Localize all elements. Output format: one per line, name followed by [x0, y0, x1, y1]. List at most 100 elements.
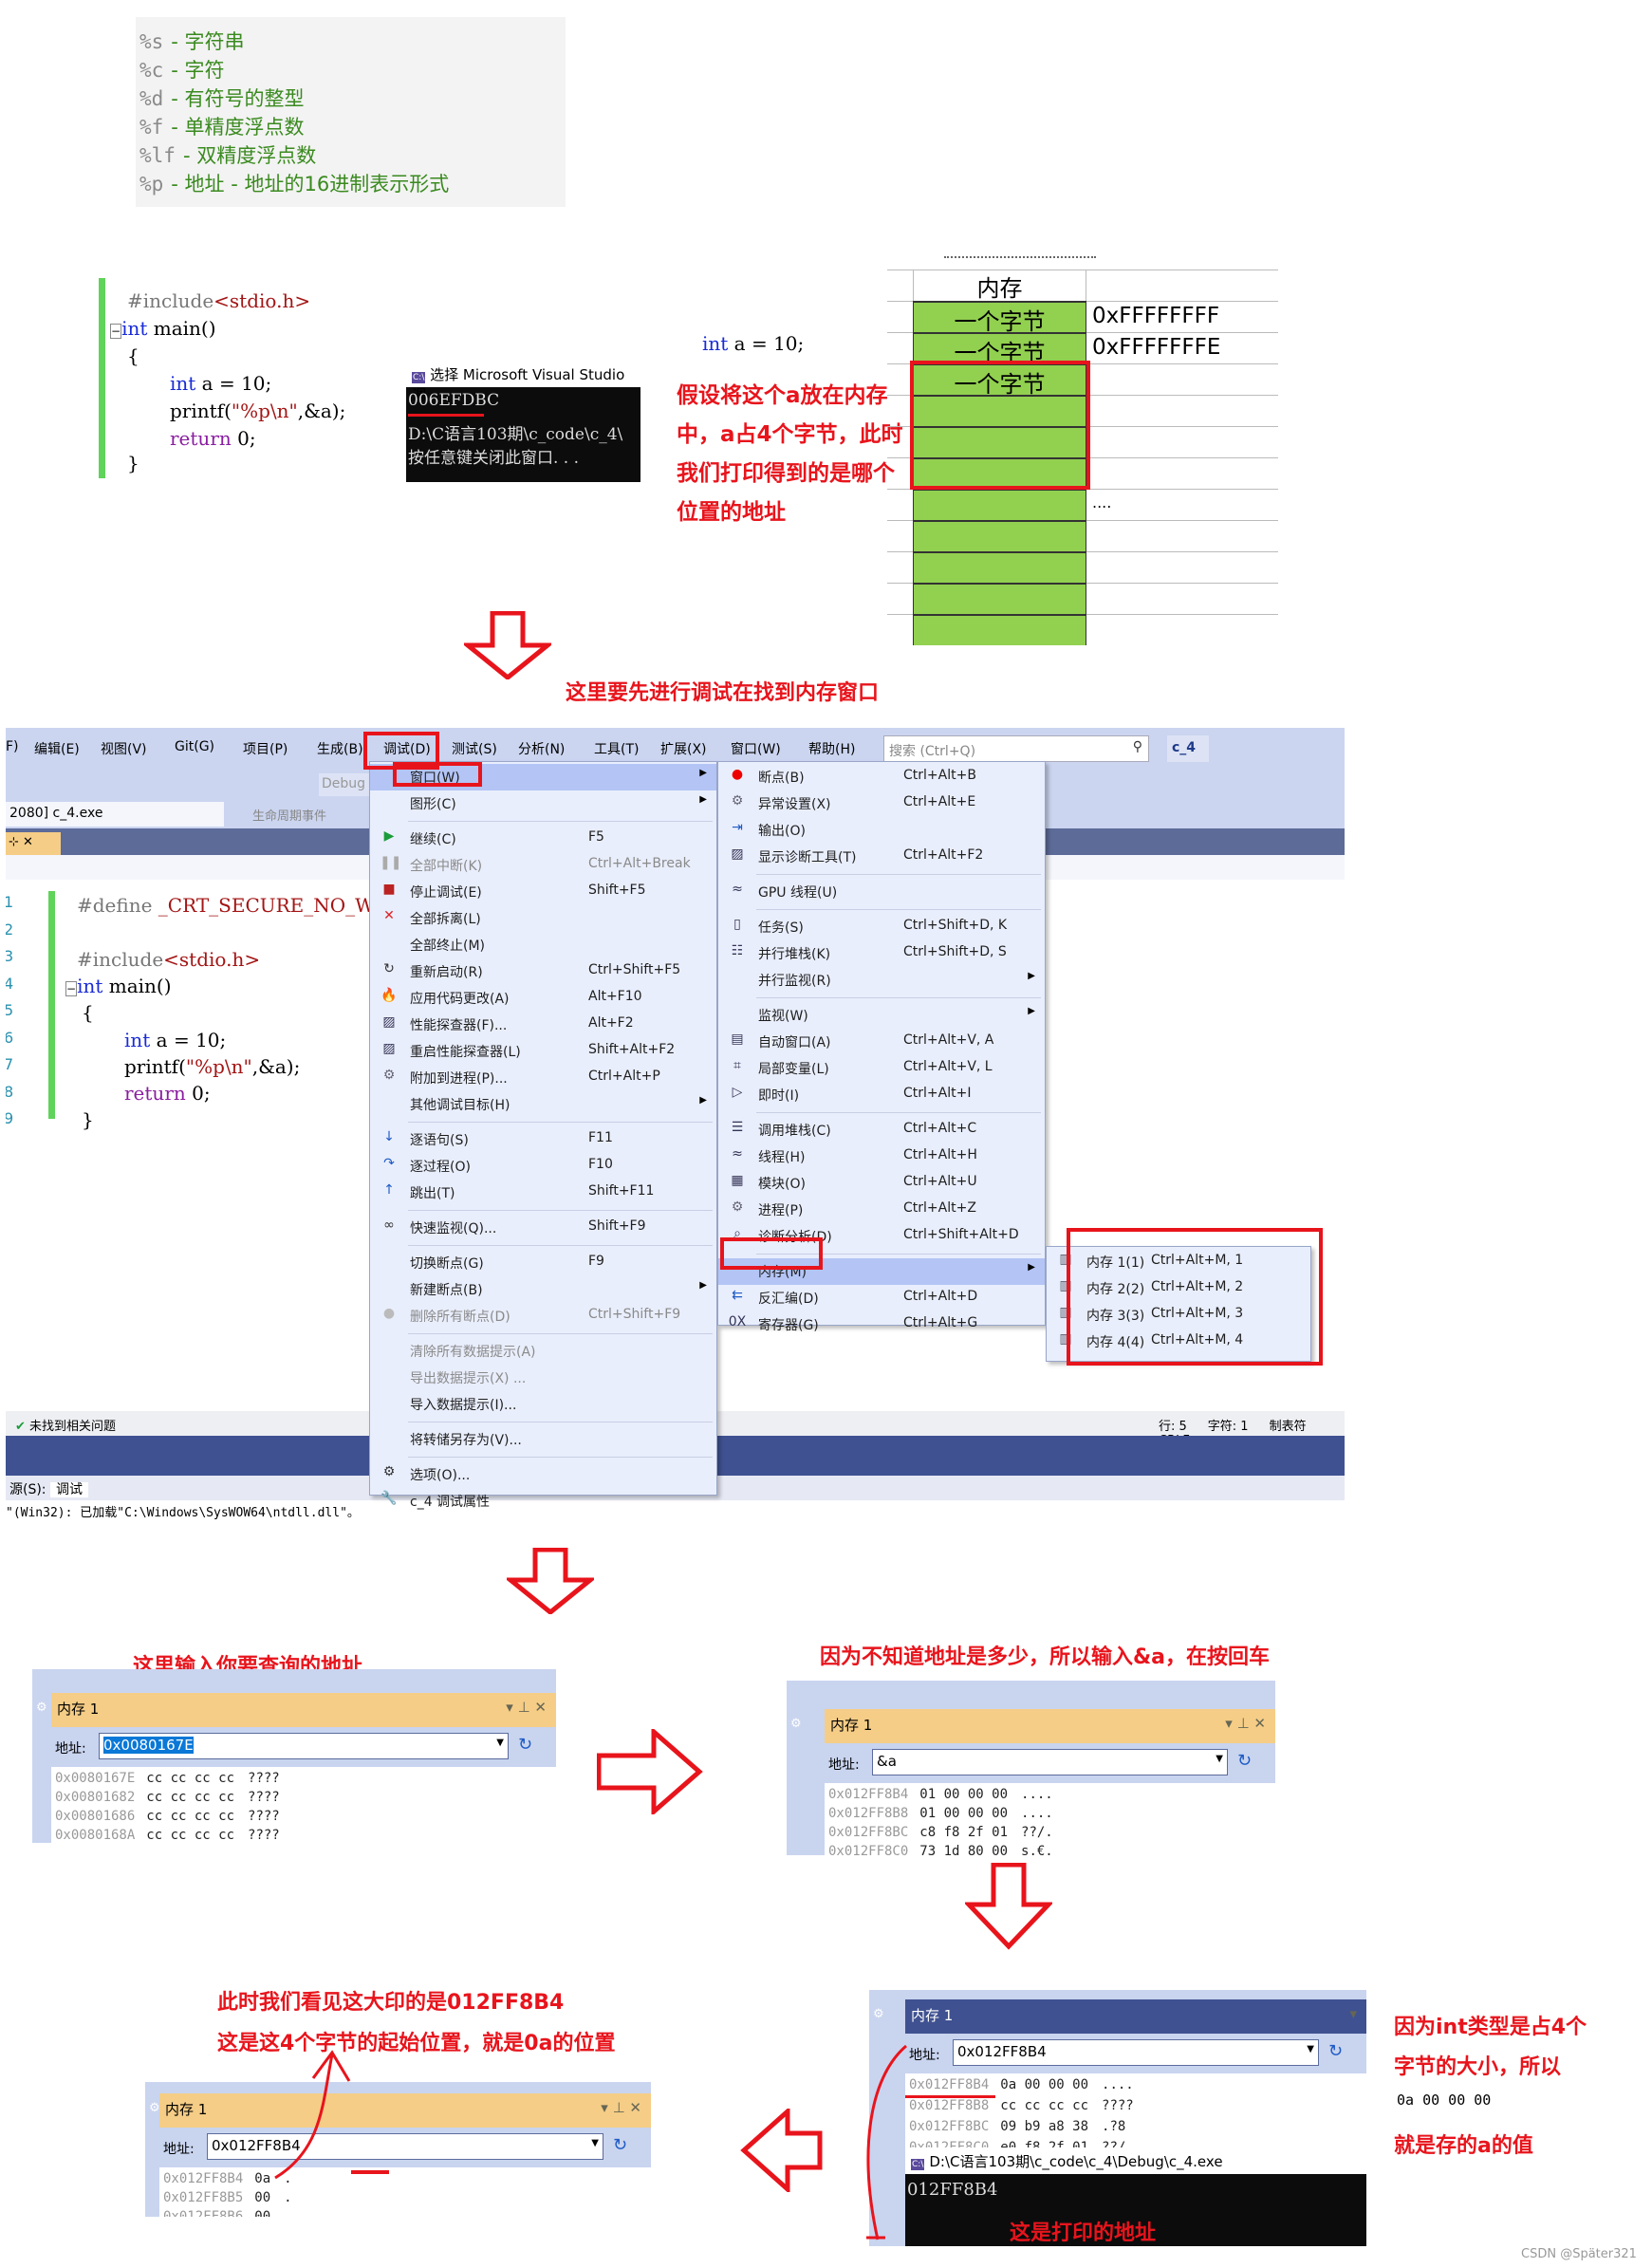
refresh-icon[interactable]: ↻ [518, 1735, 532, 1755]
chevron-down-icon[interactable]: ▼ [591, 2138, 599, 2148]
menu-item[interactable]: ▯ 任务(S) Ctrl+Shift+D, K [718, 914, 1045, 940]
lifecycle-events[interactable]: 生命周期事件 [252, 806, 326, 824]
refresh-icon[interactable]: ↻ [1328, 2041, 1343, 2061]
menu-0[interactable]: F) [6, 739, 19, 754]
menu-item[interactable]: ⚙ 进程(P) Ctrl+Alt+Z [718, 1197, 1045, 1223]
menu-item[interactable]: 🔥 应用代码更改(A) Alt+F10 [370, 985, 716, 1012]
menu-item[interactable]: ⚙ 附加到进程(P)... Ctrl+Alt+P [370, 1065, 716, 1091]
menu-11[interactable]: 窗口(W) [731, 739, 781, 758]
menu-item[interactable]: 新建断点(B) ▶ [370, 1276, 716, 1303]
menu-12[interactable]: 帮助(H) [808, 739, 855, 758]
status-item: 字符: 1 [1207, 1420, 1249, 1434]
menu-item[interactable]: ↑ 跳出(T) Shift+F11 [370, 1180, 716, 1206]
menu-item[interactable]: 监视(W) ▶ [718, 1002, 1045, 1029]
play-icon: ▶ [383, 828, 395, 844]
menu-item-shortcut: Ctrl+Alt+V, A [903, 1032, 994, 1048]
memory-row: 0x012FF8BC 09 b9 a8 38 .?8 [909, 2119, 1125, 2134]
line-number: 7 [6, 1055, 14, 1073]
menu-item-label: c_4 调试属性 [410, 1495, 491, 1510]
change-bar [99, 278, 105, 478]
menu-item[interactable]: 导入数据提示(I)... [370, 1391, 716, 1418]
menu-item[interactable]: ↷ 逐过程(O) F10 [370, 1153, 716, 1180]
menu-item[interactable]: ↻ 重新启动(R) Ctrl+Shift+F5 [370, 958, 716, 985]
gear-icon[interactable]: ⚙ [790, 1717, 802, 1731]
stacks-icon: ☷ [731, 943, 744, 958]
refresh-icon[interactable]: ↻ [613, 2135, 627, 2155]
code-token: return [124, 1082, 186, 1105]
gear-icon[interactable]: ⚙ [36, 1701, 47, 1715]
menu-item[interactable]: ⇇ 反汇编(D) Ctrl+Alt+D [718, 1285, 1045, 1311]
menu-item[interactable]: 导出数据提示(X) ... [370, 1365, 716, 1391]
menu-item[interactable]: ☷ 并行堆栈(K) Ctrl+Shift+D, S [718, 940, 1045, 967]
menu-item[interactable]: ≈ 线程(H) Ctrl+Alt+H [718, 1143, 1045, 1170]
source-dropdown[interactable]: 调试 [49, 1482, 88, 1497]
chevron-down-icon[interactable]: ▼ [1216, 1754, 1223, 1764]
search-input[interactable]: 搜索 (Ctrl+Q) ⚲ [883, 735, 1149, 762]
menu-item[interactable]: ❚❚ 全部中断(K) Ctrl+Alt+Break [370, 852, 716, 879]
chevron-down-icon[interactable]: ▼ [1307, 2044, 1314, 2054]
menu-item[interactable]: ▦ 模块(O) Ctrl+Alt+U [718, 1170, 1045, 1197]
menu-4[interactable]: 项目(P) [243, 739, 288, 758]
menu-item[interactable]: ● 删除所有断点(D) Ctrl+Shift+F9 [370, 1303, 716, 1329]
row-address: 0x012FF8B6 [163, 2209, 244, 2217]
menu-8[interactable]: 分析(N) [518, 739, 565, 758]
pin-icon[interactable]: ▾ ⊥ ✕ [1225, 1715, 1266, 1732]
menu-item[interactable]: ⚙ 选项(O)... [370, 1461, 716, 1488]
menu-item-label: 将转储另存为(V)... [410, 1433, 522, 1448]
collapse-icon[interactable]: − [110, 324, 122, 339]
menu-item[interactable]: ▤ 自动窗口(A) Ctrl+Alt+V, A [718, 1029, 1045, 1055]
line-number: 9 [6, 1109, 14, 1127]
menu-item[interactable]: 切换断点(G) F9 [370, 1250, 716, 1276]
callstack-icon: ☰ [731, 1120, 744, 1135]
menu-item[interactable]: ✕ 全部拆离(L) [370, 905, 716, 932]
menu-item[interactable]: ☰ 调用堆栈(C) Ctrl+Alt+C [718, 1117, 1045, 1143]
menu-1[interactable]: 编辑(E) [34, 739, 80, 758]
gear-icon[interactable]: ⚙ [873, 2007, 884, 2021]
menu-item[interactable]: ● 断点(B) Ctrl+Alt+B [718, 764, 1045, 790]
row-address: 0x0080168A [55, 1828, 136, 1843]
close-icon[interactable]: ✕ [23, 835, 33, 849]
menu-item[interactable]: ■ 停止调试(E) Shift+F5 [370, 879, 716, 905]
menu-item[interactable]: ⇥ 输出(O) [718, 817, 1045, 844]
menu-10[interactable]: 扩展(X) [660, 739, 707, 758]
menu-3[interactable]: Git(G) [175, 739, 214, 754]
address-input[interactable]: 0x012FF8B4 ▼ [953, 2039, 1319, 2066]
collapse-icon[interactable]: − [65, 981, 78, 996]
menu-7[interactable]: 测试(S) [452, 739, 497, 758]
pin-icon[interactable]: ▾ [1349, 2005, 1357, 2022]
menu-item-shortcut: Ctrl+Shift+Alt+D [903, 1227, 1019, 1242]
solution-name: c_4 [1167, 735, 1209, 762]
menu-9[interactable]: 工具(T) [594, 739, 639, 758]
menu-2[interactable]: 视图(V) [101, 739, 147, 758]
highlight-box [910, 361, 1090, 490]
doc-tab[interactable]: ⊹ ✕ [6, 832, 61, 855]
menu-item[interactable]: 其他调试目标(H) ▶ [370, 1091, 716, 1118]
step-caption: 此时我们看见这大印的是012FF8B4 [217, 1991, 565, 2015]
gear-icon[interactable]: ⚙ [149, 2101, 160, 2115]
menu-item[interactable]: 全部终止(M) [370, 932, 716, 958]
menu-item[interactable]: ▨ 重启性能探查器(L) Shift+Alt+F2 [370, 1038, 716, 1065]
menu-item[interactable]: 0X 寄存器(G) Ctrl+Alt+G [718, 1311, 1045, 1338]
menu-item[interactable]: ⚙ 异常设置(X) Ctrl+Alt+E [718, 790, 1045, 817]
pin-icon[interactable]: ▾ ⊥ ✕ [601, 2099, 641, 2116]
menu-item[interactable]: ↓ 逐语句(S) F11 [370, 1126, 716, 1153]
menu-item[interactable]: ∞ 快速监视(Q)... Shift+F9 [370, 1215, 716, 1241]
address-input[interactable]: 0x0080167E ▼ [99, 1733, 509, 1759]
menu-item[interactable]: 并行监视(R) ▶ [718, 967, 1045, 994]
menu-item[interactable]: 图形(C) ▶ [370, 790, 716, 817]
menu-item[interactable]: ▨ 显示诊断工具(T) Ctrl+Alt+F2 [718, 844, 1045, 870]
menu-item[interactable]: ⌗ 局部变量(L) Ctrl+Alt+V, L [718, 1055, 1045, 1082]
menu-item[interactable]: 清除所有数据提示(A) [370, 1338, 716, 1365]
menu-item[interactable]: ▷ 即时(I) Ctrl+Alt+I [718, 1082, 1045, 1108]
process-dropdown[interactable]: 2080] c_4.exe [6, 802, 224, 827]
menu-item[interactable]: ≈ GPU 线程(U) [718, 879, 1045, 905]
menu-item[interactable]: ▨ 性能探查器(F)... Alt+F2 [370, 1012, 716, 1038]
chevron-down-icon[interactable]: ▼ [496, 1738, 504, 1748]
address-input[interactable]: &a ▼ [872, 1749, 1228, 1775]
pin-icon[interactable]: ▾ ⊥ ✕ [506, 1699, 547, 1716]
menu-5[interactable]: 生成(B) [317, 739, 363, 758]
menu-item[interactable]: ▶ 继续(C) F5 [370, 826, 716, 852]
menu-item[interactable]: 🔧 c_4 调试属性 [370, 1488, 716, 1515]
menu-item[interactable]: 将转储另存为(V)... [370, 1426, 716, 1453]
refresh-icon[interactable]: ↻ [1237, 1751, 1252, 1771]
